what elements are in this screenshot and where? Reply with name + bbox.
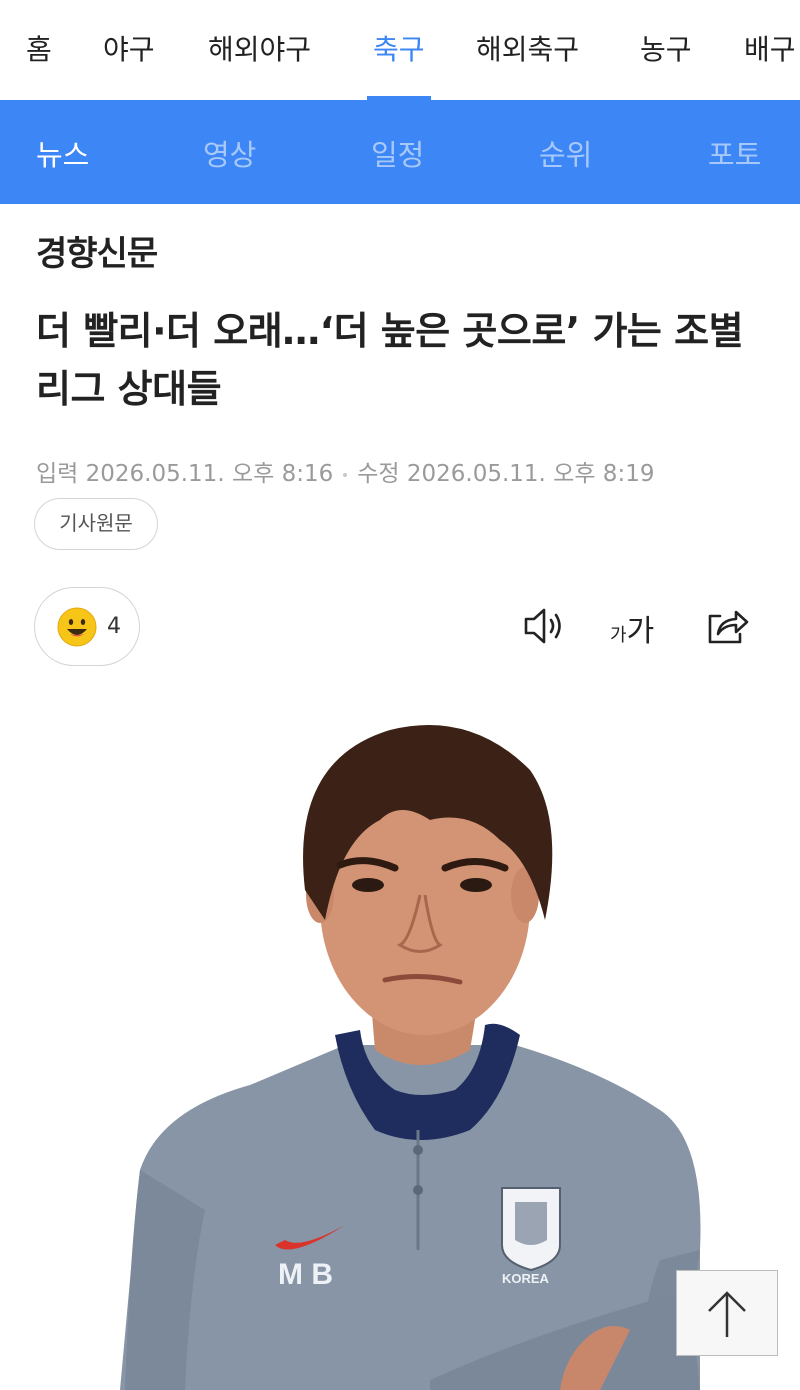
badge-text: KOREA	[502, 1271, 550, 1286]
font-size-button[interactable]: 가가	[610, 606, 664, 649]
scroll-to-top-button[interactable]	[676, 1270, 778, 1356]
font-size-small-label: 가	[610, 625, 627, 646]
tab-video[interactable]: 영상	[203, 132, 256, 174]
press-name[interactable]: 경향신문	[36, 226, 158, 275]
speaker-icon[interactable]	[522, 604, 568, 648]
chest-logo-text: M B	[278, 1258, 333, 1291]
nav-item-volleyball[interactable]: 배구	[744, 28, 796, 100]
article-headline: 더 빨리·더 오래…‘더 높은 곳으로’ 가는 조별리그 상대들	[36, 309, 744, 411]
original-article-button[interactable]: 기사원문	[34, 498, 158, 550]
category-nav: 홈 야구 해외야구 축구 해외축구 농구 배구	[0, 0, 800, 100]
reaction-count: 4	[107, 614, 121, 639]
nav-item-overseas-football[interactable]: 해외축구	[476, 28, 579, 100]
arrow-up-icon	[708, 1291, 746, 1337]
tab-schedule[interactable]: 일정	[371, 132, 424, 174]
smiling-face-icon	[57, 607, 97, 647]
modified-time: 수정 2026.05.11. 오후 8:19	[357, 461, 655, 487]
input-time: 입력 2026.05.11. 오후 8:16	[36, 461, 334, 487]
tab-ranking[interactable]: 순위	[539, 132, 592, 174]
nav-item-home[interactable]: 홈	[26, 28, 52, 100]
reaction-button[interactable]: 4	[34, 587, 140, 666]
tab-photo[interactable]: 포토	[708, 132, 761, 174]
nav-item-football[interactable]: 축구	[367, 28, 431, 100]
share-icon[interactable]	[704, 604, 750, 648]
section-tabs: 뉴스 영상 일정 순위 포토	[0, 100, 800, 204]
nav-item-basketball[interactable]: 농구	[640, 28, 692, 100]
separator-dot	[343, 472, 348, 477]
article-timestamps: 입력 2026.05.11. 오후 8:16 수정 2026.05.11. 오후 …	[36, 454, 654, 488]
font-size-large-label: 가	[626, 614, 655, 649]
nav-item-baseball[interactable]: 야구	[103, 28, 155, 100]
nav-item-overseas-baseball[interactable]: 해외야구	[208, 28, 311, 100]
tab-news[interactable]: 뉴스	[36, 132, 89, 174]
